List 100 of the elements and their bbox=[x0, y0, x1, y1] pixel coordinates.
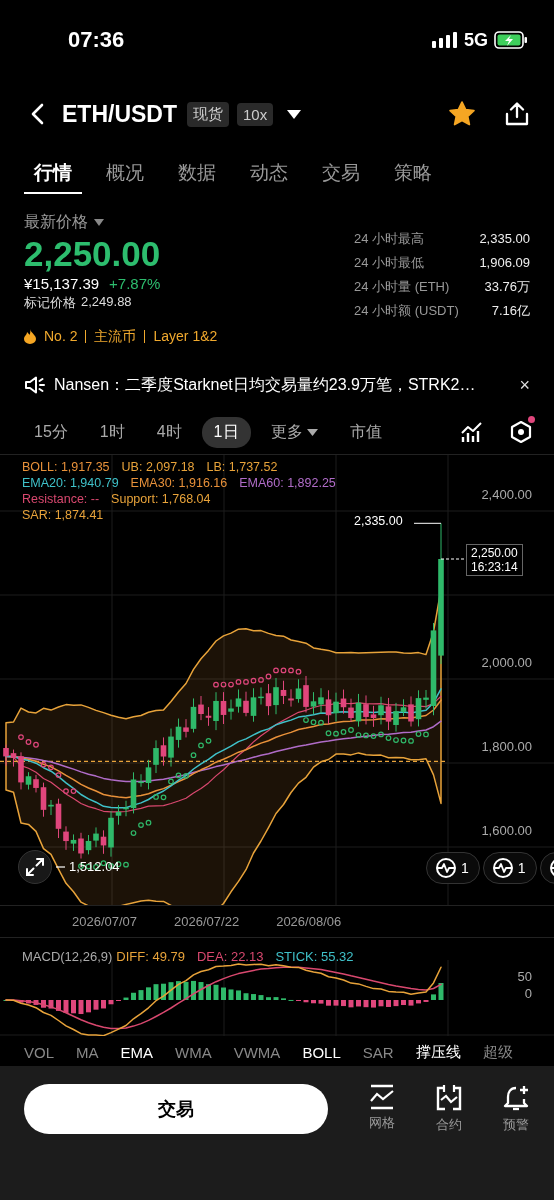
indicator-tab[interactable]: 超级 bbox=[482, 1042, 513, 1062]
market-tag[interactable]: 主流币 bbox=[85, 329, 145, 343]
leader-line bbox=[56, 865, 65, 868]
expand-icon bbox=[25, 856, 45, 877]
megaphone-icon bbox=[24, 375, 46, 395]
signal-badge[interactable]: 1 bbox=[426, 851, 480, 884]
date-label: 2026/07/22 bbox=[174, 914, 240, 929]
network-type: 5G bbox=[464, 29, 488, 51]
action-button[interactable]: 合约 bbox=[427, 1084, 471, 1134]
axis-label: 50 bbox=[517, 969, 532, 984]
legend-value: EMA30: 1,916.16 bbox=[130, 475, 228, 491]
market-tag[interactable]: No. 2 bbox=[36, 328, 86, 344]
candle-countdown: 16:23:14 bbox=[471, 560, 518, 574]
close-button[interactable]: × bbox=[519, 374, 530, 396]
news-ticker[interactable]: Nansen：二季度Starknet日均交易量约23.9万笔，STRK2… bbox=[54, 374, 476, 396]
timeframe-tab[interactable]: 4时 bbox=[144, 416, 194, 448]
indicator-chart-icon[interactable] bbox=[460, 421, 484, 443]
market-tag[interactable]: Layer 1&2 bbox=[144, 329, 226, 343]
mark-price: 2,249.88 bbox=[81, 294, 132, 311]
macd-value: STICK: 55.32 bbox=[275, 949, 354, 964]
battery-icon bbox=[494, 31, 528, 49]
stat-value: 7.16亿 bbox=[491, 302, 530, 320]
action-button[interactable]: 网格 bbox=[360, 1084, 404, 1132]
timeframe-tab[interactable]: 更多 bbox=[258, 416, 330, 448]
bell-plus-icon bbox=[502, 1084, 531, 1112]
last-price: 2,250.00 bbox=[24, 233, 162, 275]
stat-value: 33.76万 bbox=[484, 278, 530, 296]
mark-price-label: 标记价格 bbox=[24, 294, 76, 312]
indicator-tab[interactable]: VWMA bbox=[233, 1043, 281, 1061]
indicator-tab[interactable]: MA bbox=[76, 1043, 99, 1061]
axis-label: 2,400.00 bbox=[481, 487, 532, 502]
share-icon[interactable] bbox=[504, 101, 530, 127]
settings-icon[interactable] bbox=[510, 420, 532, 444]
axis-label: 1,800.00 bbox=[481, 739, 532, 754]
high-price-label: 2,335.00 bbox=[354, 514, 403, 529]
date-label: 2026/08/06 bbox=[276, 914, 342, 929]
stat-label: 24 小时额 (USDT) bbox=[354, 302, 459, 320]
action-button[interactable]: 预警 bbox=[494, 1084, 538, 1134]
grid-chart-icon bbox=[368, 1084, 396, 1110]
stat-label: 24 小时最低 bbox=[354, 254, 425, 272]
low-price-label: 1,512.04 bbox=[69, 859, 120, 875]
legend-value: Support: 1,768.04 bbox=[111, 491, 211, 507]
trade-button[interactable]: 交易 bbox=[24, 1084, 329, 1134]
stat-label: 24 小时量 (ETH) bbox=[354, 278, 450, 296]
indicator-tab[interactable]: BOLL bbox=[302, 1043, 341, 1061]
timeframe-tab[interactable]: 1时 bbox=[87, 416, 137, 448]
contract-icon bbox=[435, 1084, 464, 1112]
leader-line bbox=[413, 522, 442, 524]
tab[interactable]: 行情 bbox=[24, 152, 82, 194]
legend-value: UB: 2,097.18 bbox=[121, 459, 195, 475]
back-icon[interactable] bbox=[30, 103, 44, 125]
tab[interactable]: 策略 bbox=[384, 152, 442, 194]
indicator-tab[interactable]: WMA bbox=[175, 1043, 212, 1061]
current-price: 2,250.00 bbox=[471, 546, 518, 560]
caret-icon[interactable] bbox=[287, 109, 302, 119]
tab[interactable]: 概况 bbox=[96, 152, 154, 194]
flame-icon bbox=[24, 328, 36, 344]
stat-value: 2,335.00 bbox=[479, 230, 530, 248]
axis-label: 0 bbox=[524, 986, 532, 1001]
star-icon[interactable] bbox=[448, 100, 476, 128]
macd-value: DIFF: 49.79 bbox=[116, 949, 185, 964]
indicator-tab[interactable]: VOL bbox=[24, 1043, 54, 1061]
price-change: +7.87% bbox=[109, 275, 161, 292]
price-label: 最新价格 bbox=[24, 212, 88, 232]
signal-badge[interactable]: 1 bbox=[482, 851, 537, 884]
macd-value: DEA: 22.13 bbox=[196, 949, 264, 964]
pair-title: ETH/USDT bbox=[62, 100, 177, 128]
axis-label: 2,000.00 bbox=[481, 655, 532, 670]
status-time: 07:36 bbox=[68, 27, 125, 53]
legend-value: SAR: 1,874.41 bbox=[22, 507, 104, 523]
tab[interactable]: 数据 bbox=[168, 152, 226, 194]
cny-price: ¥15,137.39 bbox=[24, 275, 100, 292]
indicator-tab[interactable]: EMA bbox=[120, 1043, 154, 1061]
tab[interactable]: 交易 bbox=[312, 152, 370, 194]
notification-dot bbox=[528, 416, 535, 423]
macd-title: MACD(12,26,9) bbox=[22, 949, 113, 964]
globe-pulse-icon bbox=[435, 856, 457, 879]
timeframe-tab[interactable]: 15分 bbox=[22, 416, 80, 448]
market-badge: 现货 bbox=[187, 101, 229, 127]
leader-line bbox=[440, 558, 467, 560]
indicator-tab[interactable]: SAR bbox=[362, 1043, 394, 1061]
axis-label: 1,600.00 bbox=[481, 823, 532, 838]
indicator-tab[interactable]: 撑压线 bbox=[415, 1042, 461, 1062]
market-badge: 10x bbox=[237, 102, 274, 126]
timeframe-tab[interactable]: 市值 bbox=[337, 416, 394, 448]
signal-icon bbox=[432, 32, 458, 48]
legend-value: EMA20: 1,940.79 bbox=[22, 475, 119, 491]
caret-icon[interactable] bbox=[94, 219, 104, 226]
caret-icon bbox=[306, 428, 318, 436]
timeframe-tab[interactable]: 1日 bbox=[201, 416, 251, 448]
legend-value: Resistance: -- bbox=[22, 491, 100, 507]
legend-value: LB: 1,737.52 bbox=[206, 459, 278, 475]
legend-value: BOLL: 1,917.35 bbox=[22, 459, 110, 475]
fullscreen-button[interactable] bbox=[18, 849, 52, 884]
legend-value: EMA60: 1,892.25 bbox=[239, 475, 336, 491]
tab[interactable]: 动态 bbox=[240, 152, 298, 194]
stat-label: 24 小时最高 bbox=[354, 230, 425, 248]
stat-value: 1,906.09 bbox=[479, 254, 530, 272]
date-label: 2026/07/07 bbox=[72, 914, 138, 929]
globe-pulse-icon bbox=[491, 856, 514, 879]
